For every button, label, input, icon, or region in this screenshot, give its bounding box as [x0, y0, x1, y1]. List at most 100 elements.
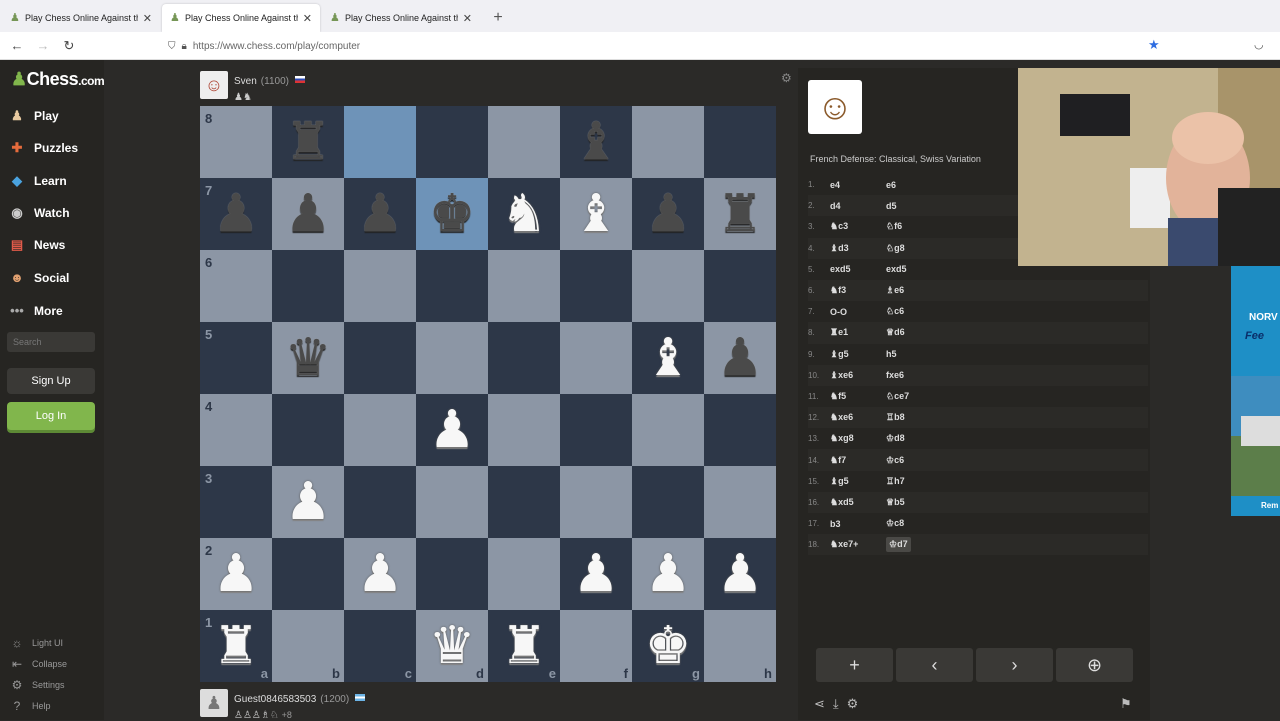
white-pawn-piece[interactable]: ♟	[645, 548, 692, 600]
white-pawn-piece[interactable]: ♟	[717, 548, 764, 600]
close-tab-icon[interactable]: ✕	[143, 12, 152, 25]
white-pawn-piece[interactable]: ♟	[357, 548, 404, 600]
sidebar-item-play[interactable]: ♟ Play	[8, 104, 98, 128]
black-queen-piece[interactable]: ♛	[285, 332, 332, 384]
black-rook-piece[interactable]: ♜	[717, 188, 764, 240]
white-move[interactable]: ♞f7	[830, 455, 886, 466]
square-c6[interactable]	[344, 250, 416, 322]
white-bishop-piece[interactable]: ♝	[645, 332, 692, 384]
square-e6[interactable]	[488, 250, 560, 322]
white-bishop-piece[interactable]: ♝	[573, 188, 620, 240]
back-arrow-icon[interactable]: ←	[4, 38, 30, 53]
white-move[interactable]: d4	[830, 201, 886, 211]
square-g8[interactable]	[632, 106, 704, 178]
white-move[interactable]: ♞xe6	[830, 412, 886, 423]
square-a2[interactable]: 2 ♟	[200, 538, 272, 610]
square-d5[interactable]	[416, 322, 488, 394]
square-b7[interactable]: ♟	[272, 178, 344, 250]
square-h1[interactable]: h	[704, 610, 776, 682]
help-link[interactable]: ? Help	[10, 699, 51, 713]
square-b2[interactable]	[272, 538, 344, 610]
black-move[interactable]: ♔d7	[886, 537, 911, 553]
square-e2[interactable]	[488, 538, 560, 610]
sidebar-item-watch[interactable]: ◉ Watch	[8, 201, 98, 225]
black-move[interactable]: d5	[886, 201, 942, 211]
black-rook-piece[interactable]: ♜	[285, 116, 332, 168]
square-h7[interactable]: ♜	[704, 178, 776, 250]
square-c4[interactable]	[344, 394, 416, 466]
square-e7[interactable]: ♞	[488, 178, 560, 250]
square-f2[interactable]: ♟	[560, 538, 632, 610]
white-rook-piece[interactable]: ♜	[213, 620, 260, 672]
square-g7[interactable]: ♟	[632, 178, 704, 250]
white-move[interactable]: ♝g5	[830, 476, 886, 487]
white-move[interactable]: ♜e1	[830, 327, 886, 338]
square-a1[interactable]: 1 a ♜	[200, 610, 272, 682]
sidebar-item-more[interactable]: ••• More	[8, 299, 98, 323]
white-pawn-piece[interactable]: ♟	[213, 548, 260, 600]
white-move[interactable]: ♞xd5	[830, 497, 886, 508]
square-c3[interactable]	[344, 466, 416, 538]
black-move[interactable]: ♕b5	[886, 497, 942, 508]
square-c7[interactable]: ♟	[344, 178, 416, 250]
avatar[interactable]: ♟	[200, 689, 228, 717]
square-h8[interactable]	[704, 106, 776, 178]
white-move[interactable]: ♞xg8	[830, 433, 886, 444]
square-d6[interactable]	[416, 250, 488, 322]
square-b3[interactable]: ♟	[272, 466, 344, 538]
square-d4[interactable]: ♟	[416, 394, 488, 466]
square-a3[interactable]: 3	[200, 466, 272, 538]
bookmark-star-icon[interactable]: ★	[1148, 37, 1160, 53]
square-g5[interactable]: ♝	[632, 322, 704, 394]
gear-icon[interactable]: ⚙	[847, 696, 859, 712]
square-a6[interactable]: 6	[200, 250, 272, 322]
white-pawn-piece[interactable]: ♟	[573, 548, 620, 600]
square-h6[interactable]	[704, 250, 776, 322]
square-f8[interactable]: ♝	[560, 106, 632, 178]
square-d2[interactable]	[416, 538, 488, 610]
black-pawn-piece[interactable]: ♟	[717, 332, 764, 384]
square-b1[interactable]: b	[272, 610, 344, 682]
white-move[interactable]: ♞f3	[830, 285, 886, 296]
address-bar[interactable]: ⛉ 🔒︎ https://www.chess.com/play/computer	[160, 35, 1170, 57]
black-pawn-piece[interactable]: ♟	[645, 188, 692, 240]
square-e8[interactable]	[488, 106, 560, 178]
square-e1[interactable]: e ♜	[488, 610, 560, 682]
black-pawn-piece[interactable]: ♟	[357, 188, 404, 240]
browser-tab-2[interactable]: ♟ Play Chess Online Against the C ✕	[162, 4, 320, 32]
black-bishop-piece[interactable]: ♝	[573, 116, 620, 168]
black-move[interactable]: ♗e6	[886, 285, 942, 296]
square-c5[interactable]	[344, 322, 416, 394]
share-icon[interactable]: ⋖	[814, 696, 825, 712]
black-move[interactable]: ♖h7	[886, 476, 942, 487]
black-move[interactable]: ♖b8	[886, 412, 942, 423]
square-e4[interactable]	[488, 394, 560, 466]
square-f6[interactable]	[560, 250, 632, 322]
white-move[interactable]: ♝xe6	[830, 370, 886, 381]
square-b8[interactable]: ♜	[272, 106, 344, 178]
white-pawn-piece[interactable]: ♟	[429, 404, 476, 456]
forward-arrow-icon[interactable]: →	[30, 38, 56, 53]
white-move[interactable]: e4	[830, 180, 886, 190]
square-c1[interactable]: c	[344, 610, 416, 682]
white-move[interactable]: ♞f5	[830, 391, 886, 402]
chess-com-logo[interactable]: ♟Chess.com	[11, 69, 105, 90]
new-game-button[interactable]: +	[816, 648, 893, 682]
new-tab-button[interactable]: +	[486, 4, 510, 32]
square-f1[interactable]: f	[560, 610, 632, 682]
sidebar-item-puzzles[interactable]: ✚ Puzzles	[8, 136, 98, 160]
black-move[interactable]: e6	[886, 180, 942, 190]
sidebar-item-social[interactable]: ☻ Social	[8, 266, 98, 290]
white-move[interactable]: ♞xe7+	[830, 539, 886, 550]
player-name[interactable]: Sven	[234, 76, 257, 87]
square-b4[interactable]	[272, 394, 344, 466]
square-e5[interactable]	[488, 322, 560, 394]
close-tab-icon[interactable]: ✕	[463, 12, 472, 25]
square-d7[interactable]: ♚	[416, 178, 488, 250]
browser-tab-3[interactable]: ♟ Play Chess Online Against the C ✕	[322, 4, 480, 32]
square-a4[interactable]: 4	[200, 394, 272, 466]
resign-flag-icon[interactable]: ⚑	[1120, 696, 1132, 712]
square-g4[interactable]	[632, 394, 704, 466]
square-f5[interactable]	[560, 322, 632, 394]
analysis-button[interactable]: ⊕	[1056, 648, 1133, 682]
